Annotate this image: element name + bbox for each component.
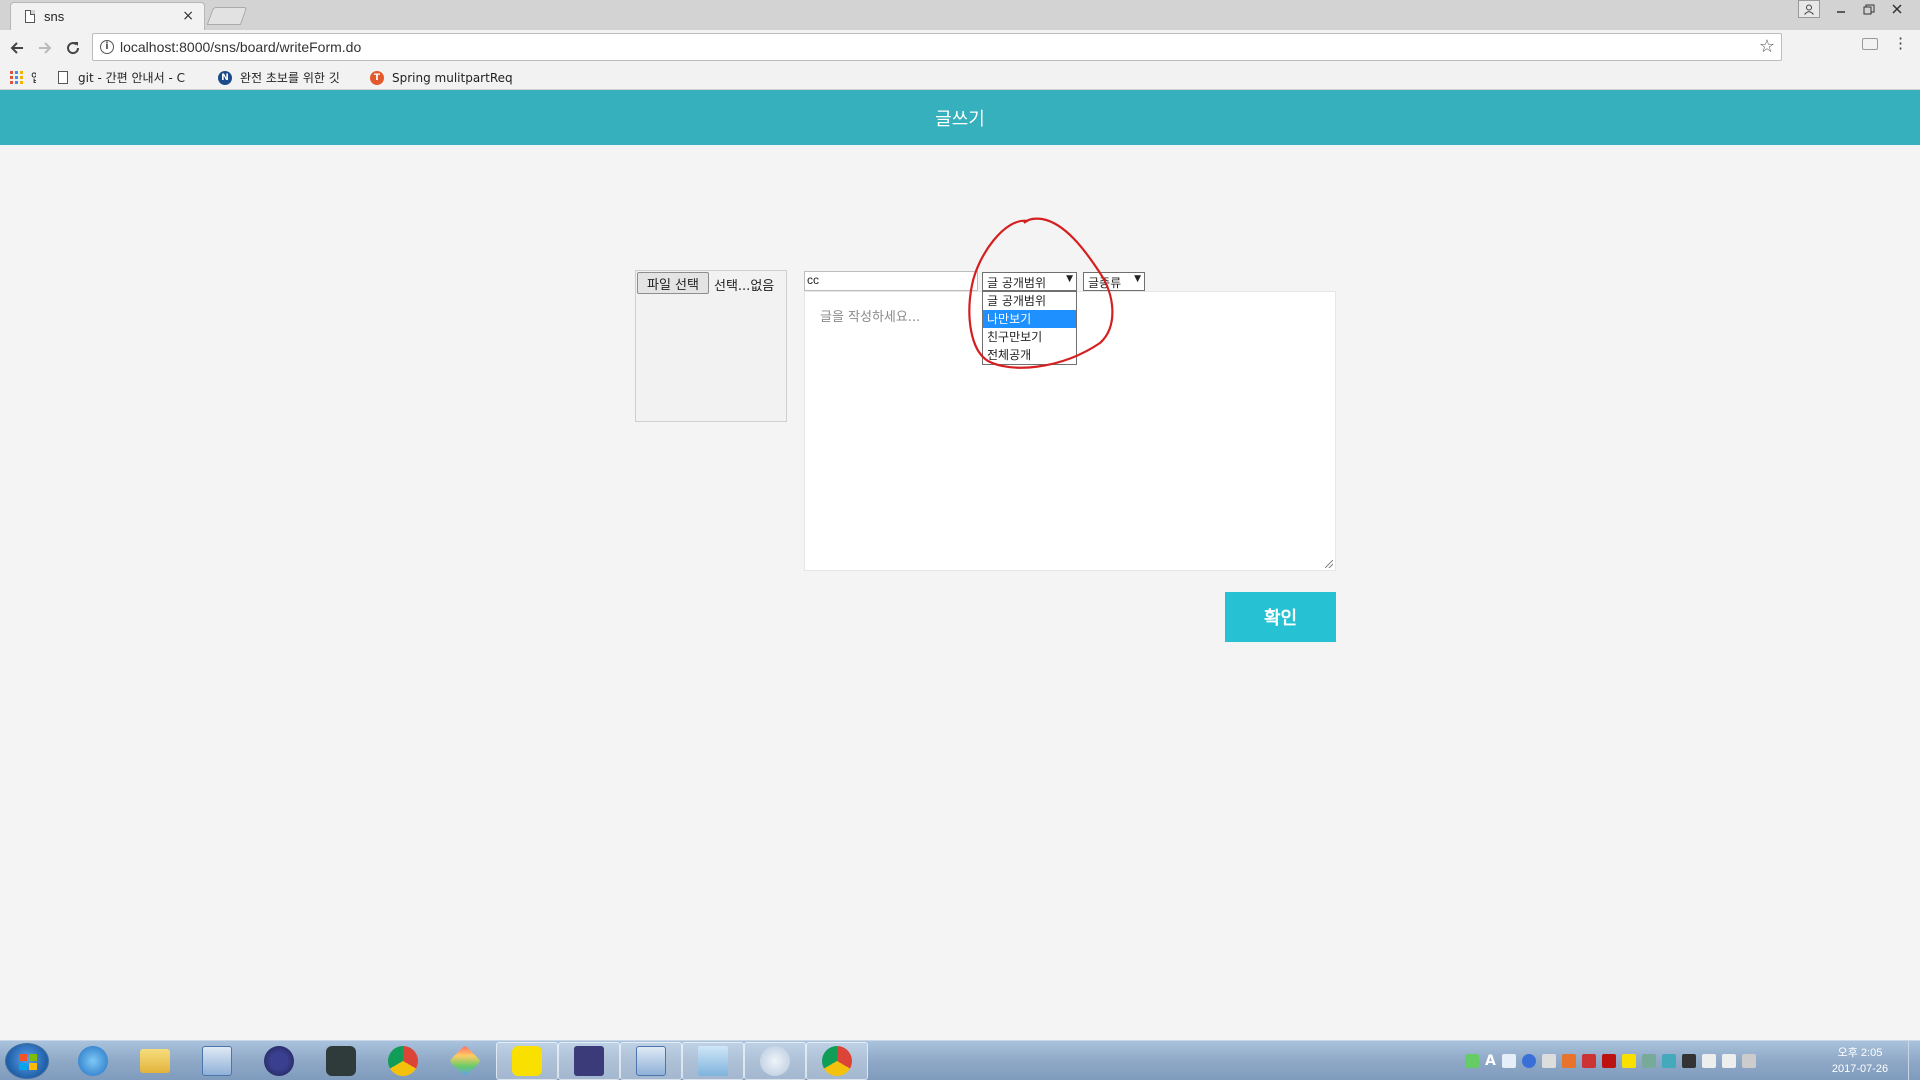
kakaotalk-tray-icon[interactable] bbox=[1621, 1054, 1636, 1068]
paint-icon[interactable] bbox=[744, 1042, 806, 1080]
clock-time: 오후 2:05 bbox=[1837, 1047, 1883, 1059]
page-header: 글쓰기 bbox=[0, 90, 1920, 145]
back-arrow-icon[interactable] bbox=[6, 37, 28, 59]
extension-icon[interactable] bbox=[1862, 38, 1878, 50]
dropdown-option[interactable]: 친구만보기 bbox=[983, 328, 1076, 346]
forward-arrow-icon[interactable] bbox=[34, 37, 56, 59]
bookmark-spring-multipart[interactable]: T Spring mulitpartReq bbox=[370, 70, 520, 85]
dropdown-option[interactable]: 전체공개 bbox=[983, 346, 1076, 364]
eclipse-icon[interactable] bbox=[248, 1042, 310, 1080]
file-select-button[interactable]: 파일 선택 bbox=[637, 272, 709, 294]
browser-tab[interactable]: sns × bbox=[10, 2, 205, 30]
dropdown-arrow-icon: ▼ bbox=[1134, 274, 1141, 284]
tray-app-icon[interactable] bbox=[1681, 1054, 1696, 1068]
tray-app-icon[interactable] bbox=[1465, 1054, 1479, 1068]
dropdown-option-highlighted[interactable]: 나만보기 bbox=[983, 310, 1076, 328]
bookmarks-bar: 앱 git - 간편 안내서 - C N 완전 초보를 위한 깃 T Sprin… bbox=[0, 66, 1920, 90]
bookmark-star-icon[interactable]: ☆ bbox=[1759, 36, 1775, 57]
ime-mode-icon[interactable]: A bbox=[1485, 1053, 1496, 1069]
hanja-icon[interactable] bbox=[1501, 1054, 1516, 1068]
document-icon bbox=[58, 71, 68, 84]
post-type-select-value: 글종류 bbox=[1088, 276, 1122, 290]
tray-app-icon[interactable] bbox=[1581, 1054, 1596, 1068]
app-icon[interactable] bbox=[434, 1042, 496, 1080]
tab-close-icon[interactable]: × bbox=[182, 8, 194, 24]
bookmark-git-beginner[interactable]: N 완전 초보를 위한 깃 bbox=[218, 69, 354, 86]
java-ee-icon[interactable] bbox=[558, 1042, 620, 1080]
restore-icon[interactable] bbox=[1856, 0, 1882, 18]
profile-icon[interactable] bbox=[1798, 0, 1820, 18]
visibility-select[interactable]: 글 공개범위 ▼ bbox=[982, 272, 1077, 291]
notepad-icon[interactable] bbox=[682, 1042, 744, 1080]
flag-icon[interactable] bbox=[1721, 1054, 1736, 1068]
tray-app-icon[interactable] bbox=[1661, 1054, 1676, 1068]
minimize-icon[interactable] bbox=[1828, 0, 1854, 18]
clock-date: 2017-07-26 bbox=[1831, 1063, 1889, 1075]
taskbar-apps bbox=[62, 1042, 868, 1080]
textarea-placeholder: 글을 작성하세요... bbox=[820, 310, 921, 325]
kakaotalk-icon[interactable] bbox=[496, 1042, 558, 1080]
show-desktop-button[interactable] bbox=[1908, 1041, 1920, 1080]
resize-handle-icon[interactable] bbox=[1325, 560, 1333, 568]
bookmark-label: git - 간편 안내서 - C bbox=[78, 71, 185, 85]
page-icon bbox=[25, 10, 35, 23]
tray-app-icon[interactable] bbox=[1641, 1054, 1656, 1068]
apps-icon bbox=[10, 70, 23, 85]
dropdown-arrow-icon: ▼ bbox=[1066, 274, 1073, 284]
t-logo-icon: T bbox=[370, 70, 384, 85]
help-icon[interactable] bbox=[1521, 1054, 1536, 1068]
chrome-icon[interactable] bbox=[372, 1042, 434, 1080]
nox-icon[interactable] bbox=[310, 1042, 372, 1080]
volume-muted-icon[interactable] bbox=[1701, 1054, 1716, 1068]
page-title: 글쓰기 bbox=[935, 108, 985, 130]
media-player-icon[interactable] bbox=[186, 1042, 248, 1080]
dropdown-option[interactable]: 글 공개범위 bbox=[983, 292, 1076, 310]
browser-toolbar: i localhost:8000/sns/board/writeForm.do … bbox=[0, 30, 1920, 66]
visibility-dropdown-list: 글 공개범위 나만보기 친구만보기 전체공개 bbox=[982, 291, 1077, 365]
visibility-select-value: 글 공개범위 bbox=[987, 276, 1047, 290]
tray-app-icon[interactable] bbox=[1561, 1054, 1576, 1068]
start-button[interactable] bbox=[5, 1043, 49, 1079]
write-form: 파일 선택 선택...없음 cc 글 공개범위 ▼ 글종류 ▼ 글을 작성하세요… bbox=[0, 145, 1920, 1040]
system-clock[interactable]: 오후 2:05 2017-07-26 bbox=[1825, 1045, 1895, 1077]
chrome-menu-icon[interactable]: · · · bbox=[1898, 31, 1904, 57]
image-upload-box[interactable]: 파일 선택 선택...없음 bbox=[635, 270, 787, 422]
post-type-select[interactable]: 글종류 ▼ bbox=[1083, 272, 1145, 291]
site-info-icon[interactable]: i bbox=[100, 40, 114, 54]
confirm-button[interactable]: 확인 bbox=[1225, 592, 1336, 642]
bookmark-git-guide[interactable]: git - 간편 안내서 - C bbox=[58, 69, 198, 86]
close-icon[interactable] bbox=[1884, 0, 1910, 18]
bookmark-label: Spring mulitpartReq bbox=[392, 70, 513, 85]
system-tray: A bbox=[1465, 1047, 1756, 1075]
bookmark-label: 앱 bbox=[31, 69, 36, 86]
title-input[interactable]: cc bbox=[804, 271, 978, 291]
address-bar[interactable]: i localhost:8000/sns/board/writeForm.do … bbox=[92, 33, 1782, 61]
reload-icon[interactable] bbox=[62, 37, 84, 59]
adobe-icon[interactable] bbox=[1601, 1054, 1616, 1068]
tray-app-icon[interactable] bbox=[1541, 1054, 1556, 1068]
windows-taskbar: A 오후 2:05 2017-07-26 bbox=[0, 1040, 1920, 1080]
url-text: localhost:8000/sns/board/writeForm.do bbox=[120, 39, 362, 55]
tab-title: sns bbox=[44, 9, 65, 24]
bookmark-apps[interactable]: 앱 bbox=[10, 69, 36, 86]
new-tab-button[interactable] bbox=[206, 7, 248, 25]
windows-logo-icon bbox=[19, 1054, 37, 1070]
browser-title-bar: sns × bbox=[0, 0, 1920, 30]
file-status-text: 선택...없음 bbox=[714, 279, 775, 294]
window-controls bbox=[1798, 0, 1910, 20]
n-logo-icon: N bbox=[218, 70, 232, 85]
media-player-icon[interactable] bbox=[620, 1042, 682, 1080]
bookmark-label: 완전 초보를 위한 깃 bbox=[240, 71, 340, 85]
chrome-icon[interactable] bbox=[806, 1042, 868, 1080]
file-explorer-icon[interactable] bbox=[124, 1042, 186, 1080]
internet-explorer-icon[interactable] bbox=[62, 1042, 124, 1080]
network-icon[interactable] bbox=[1741, 1054, 1756, 1068]
